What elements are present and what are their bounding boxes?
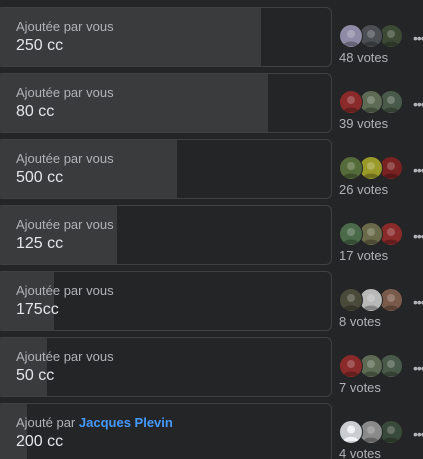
voter-avatar-icon [339, 90, 363, 114]
option-added-by-label: Ajoutée par vous [16, 217, 114, 232]
more-options-icon[interactable]: ••• [413, 96, 423, 112]
voter-avatars[interactable] [339, 156, 409, 180]
option-value-text: 175cc [16, 301, 59, 318]
option-added-by-label: Ajoutée par vous [16, 85, 114, 100]
option-added-by-label: Ajoutée par vous [16, 283, 114, 298]
voter-avatars[interactable] [339, 288, 409, 312]
vote-count[interactable]: 26 votes [339, 182, 388, 197]
vote-count[interactable]: 48 votes [339, 50, 388, 65]
more-options-icon[interactable]: ••• [413, 426, 423, 442]
poll-option-button[interactable]: Ajoutée par vous 500 cc [0, 139, 332, 199]
added-by-text: Ajouté par [16, 415, 76, 430]
option-added-by-label: Ajouté par Jacques Plevin [16, 415, 173, 430]
more-options-icon[interactable]: ••• [413, 162, 423, 178]
poll-option-row: Ajoutée par vous 80 cc 39 votes ••• [0, 73, 423, 133]
option-added-by-label: Ajoutée par vous [16, 151, 114, 166]
option-value-text: 250 cc [16, 37, 64, 54]
added-by-text: Ajoutée par vous [16, 85, 114, 100]
vote-count[interactable]: 39 votes [339, 116, 388, 131]
poll-option-button[interactable]: Ajoutée par vous 250 cc [0, 7, 332, 67]
poll-option-row: Ajouté par Jacques Plevin 200 cc 4 votes ••… [0, 403, 423, 459]
added-by-text: Ajoutée par vous [16, 151, 114, 166]
voter-avatar-icon [339, 288, 363, 312]
voter-avatars[interactable] [339, 354, 409, 378]
default-avatar-icon [339, 420, 363, 444]
poll-option-row: Ajoutée par vous 50 cc 7 votes ••• [0, 337, 423, 397]
more-options-icon[interactable]: ••• [413, 360, 423, 376]
voter-avatar-icon [339, 156, 363, 180]
added-by-text: Ajoutée par vous [16, 283, 114, 298]
poll-option-button[interactable]: Ajoutée par vous 50 cc [0, 337, 332, 397]
option-added-by-label: Ajoutée par vous [16, 349, 114, 364]
poll-option-button[interactable]: Ajoutée par vous 80 cc [0, 73, 332, 133]
option-value-text: 500 cc [16, 169, 64, 186]
poll-option-row: Ajoutée par vous 175cc 8 votes ••• [0, 271, 423, 331]
voter-avatars[interactable] [339, 222, 409, 246]
voter-avatars[interactable] [339, 420, 409, 444]
voter-avatars[interactable] [339, 24, 409, 48]
added-by-text: Ajoutée par vous [16, 217, 114, 232]
poll-option-row: Ajoutée par vous 500 cc 26 votes ••• [0, 139, 423, 199]
option-value-text: 125 cc [16, 235, 64, 252]
vote-count[interactable]: 4 votes [339, 446, 381, 459]
vote-count[interactable]: 7 votes [339, 380, 381, 395]
added-by-text: Ajoutée par vous [16, 19, 114, 34]
more-options-icon[interactable]: ••• [413, 228, 423, 244]
poll-options-list: Ajoutée par vous250 cc48 votes•••Ajoutée… [0, 0, 423, 459]
vote-count[interactable]: 8 votes [339, 314, 381, 329]
option-value-text: 80 cc [16, 103, 55, 120]
voter-avatars[interactable] [339, 90, 409, 114]
author-link[interactable]: Jacques Plevin [79, 415, 173, 430]
poll-option-button[interactable]: Ajouté par Jacques Plevin 200 cc [0, 403, 332, 459]
option-value-text: 50 cc [16, 367, 55, 384]
voter-avatar-icon [339, 354, 363, 378]
voter-avatar-icon [339, 24, 363, 48]
poll-option-button[interactable]: Ajoutée par vous 175cc [0, 271, 332, 331]
added-by-text: Ajoutée par vous [16, 349, 114, 364]
poll-option-button[interactable]: Ajoutée par vous 125 cc [0, 205, 332, 265]
vote-count[interactable]: 17 votes [339, 248, 388, 263]
poll-option-row: Ajoutée par vous 250 cc 48 votes ••• [0, 7, 423, 67]
more-options-icon[interactable]: ••• [413, 30, 423, 46]
voter-avatar-icon [339, 222, 363, 246]
more-options-icon[interactable]: ••• [413, 294, 423, 310]
option-added-by-label: Ajoutée par vous [16, 19, 114, 34]
poll-option-row: Ajoutée par vous 125 cc 17 votes ••• [0, 205, 423, 265]
option-value-text: 200 cc [16, 433, 64, 450]
